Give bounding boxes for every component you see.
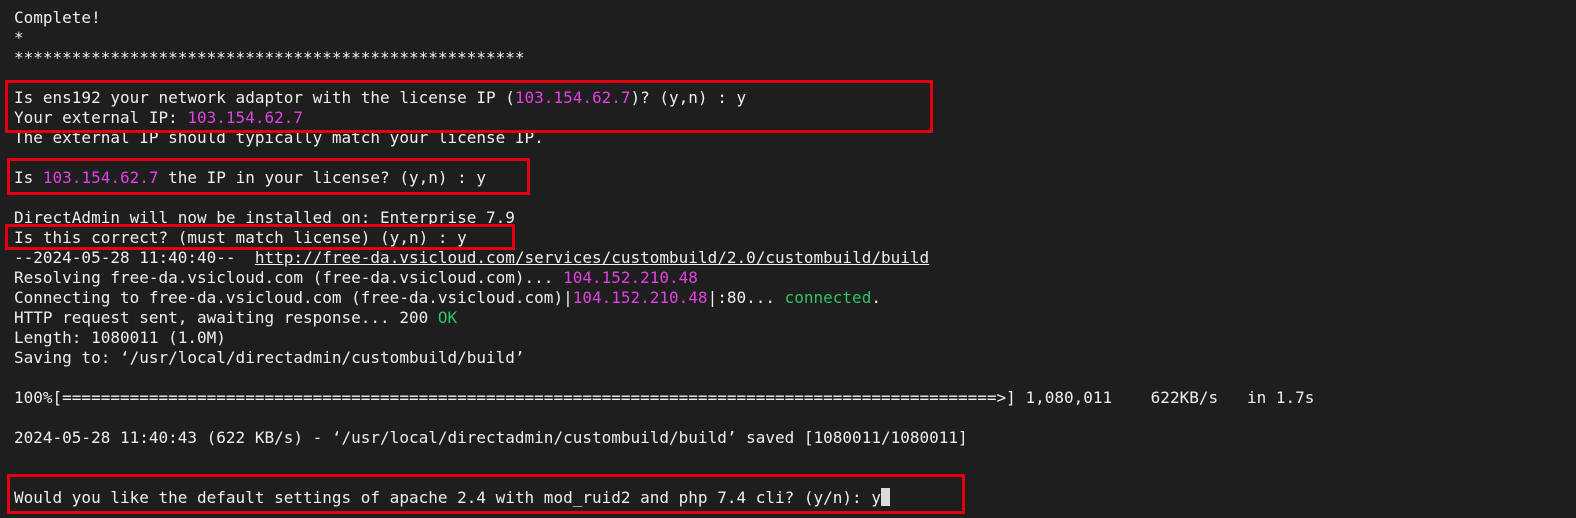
terminal-line: Saving to: ‘/usr/local/directadmin/custo… bbox=[14, 348, 1314, 368]
terminal-text: 104.152.210.48 bbox=[563, 268, 698, 287]
terminal-text: Complete! bbox=[14, 8, 101, 27]
terminal-text: Resolving free-da.vsicloud.com (free-da.… bbox=[14, 268, 564, 287]
terminal-text: 100%[===================================… bbox=[14, 388, 1315, 407]
terminal-line: Connecting to free-da.vsicloud.com (free… bbox=[14, 288, 1314, 308]
terminal-text: 2024-05-28 11:40:43 (622 KB/s) - ‘/usr/l… bbox=[14, 428, 968, 447]
terminal-text: OK bbox=[437, 308, 458, 327]
terminal-line: 2024-05-28 11:40:43 (622 KB/s) - ‘/usr/l… bbox=[14, 428, 1314, 448]
terminal-text: Length: 1080011 (1.0M) bbox=[14, 328, 226, 347]
terminal-text: HTTP request sent, awaiting response... … bbox=[14, 308, 438, 327]
terminal-line: 100%[===================================… bbox=[14, 388, 1314, 408]
terminal-text: --2024-05-28 11:40:40-- bbox=[14, 248, 255, 267]
terminal-line: --2024-05-28 11:40:40-- http://free-da.v… bbox=[14, 248, 1314, 268]
terminal-text: connected bbox=[784, 288, 872, 307]
terminal-window[interactable]: Complete! * ******************************… bbox=[0, 0, 1576, 518]
terminal-line: Complete! bbox=[14, 8, 1314, 28]
terminal-text: * bbox=[14, 28, 24, 47]
terminal-text: 104.152.210.48 bbox=[572, 288, 708, 307]
terminal-text: |:80... bbox=[707, 288, 785, 307]
terminal-line: * bbox=[14, 28, 1314, 48]
highlight-box-network-adaptor bbox=[5, 80, 933, 133]
terminal-line: Resolving free-da.vsicloud.com (free-da.… bbox=[14, 268, 1314, 288]
highlight-box-correct-confirm bbox=[5, 224, 515, 250]
terminal-text: Connecting to free-da.vsicloud.com (free… bbox=[14, 288, 573, 307]
highlight-box-default-settings bbox=[7, 474, 965, 514]
terminal-text: Saving to: ‘/usr/local/directadmin/custo… bbox=[14, 348, 525, 367]
terminal-text: ****************************************… bbox=[14, 48, 525, 67]
terminal-line: ****************************************… bbox=[14, 48, 1314, 68]
terminal-line: HTTP request sent, awaiting response... … bbox=[14, 308, 1314, 328]
terminal-text: . bbox=[871, 288, 881, 307]
highlight-box-license-ip bbox=[7, 158, 530, 195]
terminal-line: Length: 1080011 (1.0M) bbox=[14, 328, 1314, 348]
url-link[interactable]: http://free-da.vsicloud.com/services/cus… bbox=[255, 248, 929, 267]
